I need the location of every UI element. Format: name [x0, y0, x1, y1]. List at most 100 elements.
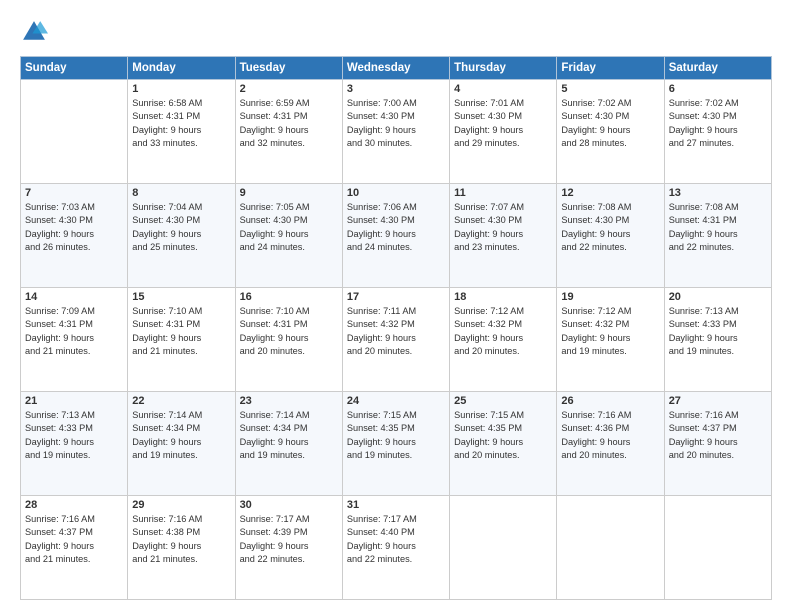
- day-info: Sunrise: 7:14 AMSunset: 4:34 PMDaylight:…: [240, 409, 338, 462]
- day-number: 8: [132, 187, 230, 199]
- day-header-thursday: Thursday: [450, 57, 557, 80]
- week-row-5: 28 Sunrise: 7:16 AMSunset: 4:37 PMDayligh…: [21, 496, 772, 600]
- day-info: Sunrise: 7:06 AMSunset: 4:30 PMDaylight:…: [347, 201, 445, 254]
- day-number: 19: [561, 291, 659, 303]
- day-cell: 24 Sunrise: 7:15 AMSunset: 4:35 PMDayligh…: [342, 392, 449, 496]
- day-header-monday: Monday: [128, 57, 235, 80]
- day-number: 12: [561, 187, 659, 199]
- day-cell: 20 Sunrise: 7:13 AMSunset: 4:33 PMDayligh…: [664, 288, 771, 392]
- logo: [20, 18, 52, 46]
- day-cell: 17 Sunrise: 7:11 AMSunset: 4:32 PMDayligh…: [342, 288, 449, 392]
- day-number: 25: [454, 395, 552, 407]
- page: SundayMondayTuesdayWednesdayThursdayFrid…: [0, 0, 792, 612]
- day-number: 9: [240, 187, 338, 199]
- day-number: 31: [347, 499, 445, 511]
- day-info: Sunrise: 7:09 AMSunset: 4:31 PMDaylight:…: [25, 305, 123, 358]
- day-cell: 27 Sunrise: 7:16 AMSunset: 4:37 PMDayligh…: [664, 392, 771, 496]
- day-info: Sunrise: 7:17 AMSunset: 4:39 PMDaylight:…: [240, 513, 338, 566]
- day-header-tuesday: Tuesday: [235, 57, 342, 80]
- day-info: Sunrise: 7:07 AMSunset: 4:30 PMDaylight:…: [454, 201, 552, 254]
- day-number: 10: [347, 187, 445, 199]
- day-cell: 14 Sunrise: 7:09 AMSunset: 4:31 PMDayligh…: [21, 288, 128, 392]
- day-cell: 13 Sunrise: 7:08 AMSunset: 4:31 PMDayligh…: [664, 184, 771, 288]
- day-cell: 4Sunrise: 7:01 AMSunset: 4:30 PMDaylight…: [450, 80, 557, 184]
- day-cell: 21 Sunrise: 7:13 AMSunset: 4:33 PMDayligh…: [21, 392, 128, 496]
- day-info: Sunrise: 7:16 AMSunset: 4:37 PMDaylight:…: [25, 513, 123, 566]
- day-number: 30: [240, 499, 338, 511]
- day-number: 3: [347, 83, 445, 95]
- day-number: 17: [347, 291, 445, 303]
- week-row-3: 14 Sunrise: 7:09 AMSunset: 4:31 PMDayligh…: [21, 288, 772, 392]
- calendar-table: SundayMondayTuesdayWednesdayThursdayFrid…: [20, 56, 772, 600]
- day-cell: [664, 496, 771, 600]
- day-header-wednesday: Wednesday: [342, 57, 449, 80]
- day-number: 21: [25, 395, 123, 407]
- day-number: 24: [347, 395, 445, 407]
- day-info: Sunrise: 7:15 AMSunset: 4:35 PMDaylight:…: [454, 409, 552, 462]
- day-info: Sunrise: 7:08 AMSunset: 4:30 PMDaylight:…: [561, 201, 659, 254]
- day-cell: 23 Sunrise: 7:14 AMSunset: 4:34 PMDayligh…: [235, 392, 342, 496]
- day-number: 29: [132, 499, 230, 511]
- day-cell: 2 Sunrise: 6:59 AMSunset: 4:31 PMDaylight…: [235, 80, 342, 184]
- day-info: Sunrise: 7:12 AMSunset: 4:32 PMDaylight:…: [454, 305, 552, 358]
- day-info: Sunrise: 7:12 AMSunset: 4:32 PMDaylight:…: [561, 305, 659, 358]
- day-header-saturday: Saturday: [664, 57, 771, 80]
- day-info: Sunrise: 7:15 AMSunset: 4:35 PMDaylight:…: [347, 409, 445, 462]
- day-cell: 8 Sunrise: 7:04 AMSunset: 4:30 PMDaylight…: [128, 184, 235, 288]
- week-row-2: 7Sunrise: 7:03 AMSunset: 4:30 PMDaylight…: [21, 184, 772, 288]
- day-info: Sunrise: 7:16 AMSunset: 4:38 PMDaylight:…: [132, 513, 230, 566]
- day-cell: 18 Sunrise: 7:12 AMSunset: 4:32 PMDayligh…: [450, 288, 557, 392]
- day-cell: 25 Sunrise: 7:15 AMSunset: 4:35 PMDayligh…: [450, 392, 557, 496]
- day-info: Sunrise: 7:16 AMSunset: 4:37 PMDaylight:…: [669, 409, 767, 462]
- day-number: 18: [454, 291, 552, 303]
- day-number: 5: [561, 83, 659, 95]
- day-number: 27: [669, 395, 767, 407]
- day-info: Sunrise: 7:11 AMSunset: 4:32 PMDaylight:…: [347, 305, 445, 358]
- day-cell: 29 Sunrise: 7:16 AMSunset: 4:38 PMDayligh…: [128, 496, 235, 600]
- day-info: Sunrise: 6:58 AMSunset: 4:31 PMDaylight:…: [132, 97, 230, 150]
- day-number: 20: [669, 291, 767, 303]
- day-number: 26: [561, 395, 659, 407]
- day-info: Sunrise: 7:14 AMSunset: 4:34 PMDaylight:…: [132, 409, 230, 462]
- day-cell: 11 Sunrise: 7:07 AMSunset: 4:30 PMDayligh…: [450, 184, 557, 288]
- day-info: Sunrise: 7:13 AMSunset: 4:33 PMDaylight:…: [669, 305, 767, 358]
- day-cell: 26 Sunrise: 7:16 AMSunset: 4:36 PMDayligh…: [557, 392, 664, 496]
- day-number: 2: [240, 83, 338, 95]
- day-number: 15: [132, 291, 230, 303]
- day-number: 11: [454, 187, 552, 199]
- day-cell: 12 Sunrise: 7:08 AMSunset: 4:30 PMDayligh…: [557, 184, 664, 288]
- day-number: 7: [25, 187, 123, 199]
- day-number: 13: [669, 187, 767, 199]
- day-cell: 31 Sunrise: 7:17 AMSunset: 4:40 PMDayligh…: [342, 496, 449, 600]
- day-number: 6: [669, 83, 767, 95]
- day-info: Sunrise: 7:08 AMSunset: 4:31 PMDaylight:…: [669, 201, 767, 254]
- day-info: Sunrise: 7:04 AMSunset: 4:30 PMDaylight:…: [132, 201, 230, 254]
- day-number: 28: [25, 499, 123, 511]
- day-cell: 22 Sunrise: 7:14 AMSunset: 4:34 PMDayligh…: [128, 392, 235, 496]
- logo-icon: [20, 18, 48, 46]
- day-cell: 1Sunrise: 6:58 AMSunset: 4:31 PMDaylight…: [128, 80, 235, 184]
- day-number: 23: [240, 395, 338, 407]
- day-cell: 19 Sunrise: 7:12 AMSunset: 4:32 PMDayligh…: [557, 288, 664, 392]
- week-row-4: 21 Sunrise: 7:13 AMSunset: 4:33 PMDayligh…: [21, 392, 772, 496]
- day-cell: 9 Sunrise: 7:05 AMSunset: 4:30 PMDaylight…: [235, 184, 342, 288]
- day-info: Sunrise: 7:17 AMSunset: 4:40 PMDaylight:…: [347, 513, 445, 566]
- day-cell: 3 Sunrise: 7:00 AMSunset: 4:30 PMDaylight…: [342, 80, 449, 184]
- day-number: 14: [25, 291, 123, 303]
- day-info: Sunrise: 7:16 AMSunset: 4:36 PMDaylight:…: [561, 409, 659, 462]
- day-number: 22: [132, 395, 230, 407]
- day-info: Sunrise: 7:02 AMSunset: 4:30 PMDaylight:…: [561, 97, 659, 150]
- day-cell: [557, 496, 664, 600]
- week-row-1: 1Sunrise: 6:58 AMSunset: 4:31 PMDaylight…: [21, 80, 772, 184]
- day-header-sunday: Sunday: [21, 57, 128, 80]
- day-info: Sunrise: 6:59 AMSunset: 4:31 PMDaylight:…: [240, 97, 338, 150]
- day-cell: 5 Sunrise: 7:02 AMSunset: 4:30 PMDaylight…: [557, 80, 664, 184]
- day-info: Sunrise: 7:10 AMSunset: 4:31 PMDaylight:…: [240, 305, 338, 358]
- day-info: Sunrise: 7:05 AMSunset: 4:30 PMDaylight:…: [240, 201, 338, 254]
- day-number: 4: [454, 83, 552, 95]
- day-number: 16: [240, 291, 338, 303]
- day-info: Sunrise: 7:00 AMSunset: 4:30 PMDaylight:…: [347, 97, 445, 150]
- day-info: Sunrise: 7:13 AMSunset: 4:33 PMDaylight:…: [25, 409, 123, 462]
- day-cell: [21, 80, 128, 184]
- day-cell: 15Sunrise: 7:10 AMSunset: 4:31 PMDayligh…: [128, 288, 235, 392]
